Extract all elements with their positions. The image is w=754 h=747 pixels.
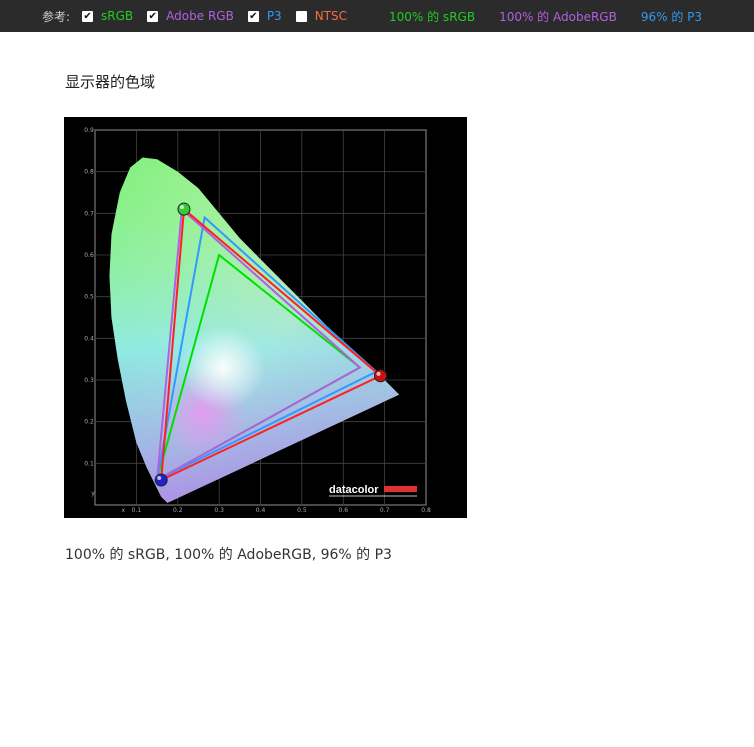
checkbox-checked-icon[interactable]: ✔: [147, 10, 159, 22]
srgb-checkbox[interactable]: ✔ sRGB: [82, 9, 133, 23]
reference-label: 参考:: [42, 9, 71, 24]
x-axis-label: x: [121, 507, 125, 514]
y-tick-label: 0.3: [84, 377, 94, 384]
x-tick-label: 0.3: [214, 507, 224, 514]
cie-chromaticity-diagram: 0.1 0.2 0.3 0.4 0.5 0.6 0.7 0.8 0.1 0.2 0.3 0.4 0.5 0…: [84, 127, 431, 514]
y-tick-label: 0.1: [84, 460, 94, 467]
ntsc-checkbox[interactable]: NTSC: [295, 9, 347, 23]
checkbox-unchecked-icon[interactable]: [295, 10, 307, 22]
y-tick-label: 0.4: [84, 335, 94, 342]
p3-checkbox-label: P3: [266, 9, 282, 23]
spectral-locus-tint: [109, 157, 400, 503]
datacolor-logo: datacolor: [329, 484, 379, 496]
p3-checkbox[interactable]: ✔ P3: [247, 9, 282, 23]
srgb-coverage: 100% 的 sRGB: [389, 9, 476, 24]
x-tick-label: 0.8: [421, 507, 431, 514]
y-tick-label: 0.2: [84, 419, 94, 426]
marker-highlight-1: [376, 371, 381, 376]
top-toolbar: 参考: ✔ sRGB ✔ Adobe RGB ✔ P3 NTSC 100% 的 …: [0, 0, 754, 32]
checkbox-checked-icon[interactable]: ✔: [247, 10, 259, 22]
primary-marker-0: [177, 202, 191, 216]
primary-marker-2: [154, 473, 168, 487]
adobergb-checkbox-label: Adobe RGB: [166, 9, 234, 23]
x-tick-label: 0.1: [132, 507, 142, 514]
ntsc-checkbox-label: NTSC: [314, 9, 347, 23]
adobergb-checkbox[interactable]: ✔ Adobe RGB: [147, 9, 234, 23]
checkbox-checked-icon[interactable]: ✔: [82, 10, 94, 22]
x-tick-label: 0.6: [338, 507, 348, 514]
x-tick-label: 0.2: [173, 507, 183, 514]
gamut-caption: 100% 的 sRGB, 100% 的 AdobeRGB, 96% 的 P3: [65, 547, 392, 563]
y-tick-label: 0.9: [84, 127, 94, 134]
p3-coverage: 96% 的 P3: [640, 9, 703, 24]
white-point-glow: [181, 325, 266, 410]
x-tick-label: 0.7: [380, 507, 390, 514]
y-tick-label: 0.7: [84, 210, 94, 217]
primary-marker-1: [373, 369, 387, 383]
y-axis-label: y: [91, 490, 95, 497]
x-tick-label: 0.5: [297, 507, 307, 514]
x-tick-label: 0.4: [256, 507, 266, 514]
gamut-chart: 0.1 0.2 0.3 0.4 0.5 0.6 0.7 0.8 0.1 0.2 0.3 0.4 0.5 0…: [64, 117, 467, 518]
marker-highlight-2: [157, 476, 162, 480]
datacolor-logo-bar: [384, 486, 417, 492]
marker-highlight-0: [179, 205, 184, 210]
y-tick-label: 0.8: [84, 169, 94, 176]
adobergb-coverage: 100% 的 AdobeRGB: [499, 9, 617, 24]
y-tick-label: 0.6: [84, 252, 94, 259]
srgb-checkbox-label: sRGB: [101, 9, 134, 23]
section-title: 显示器的色域: [65, 73, 156, 91]
y-tick-label: 0.5: [84, 294, 94, 301]
